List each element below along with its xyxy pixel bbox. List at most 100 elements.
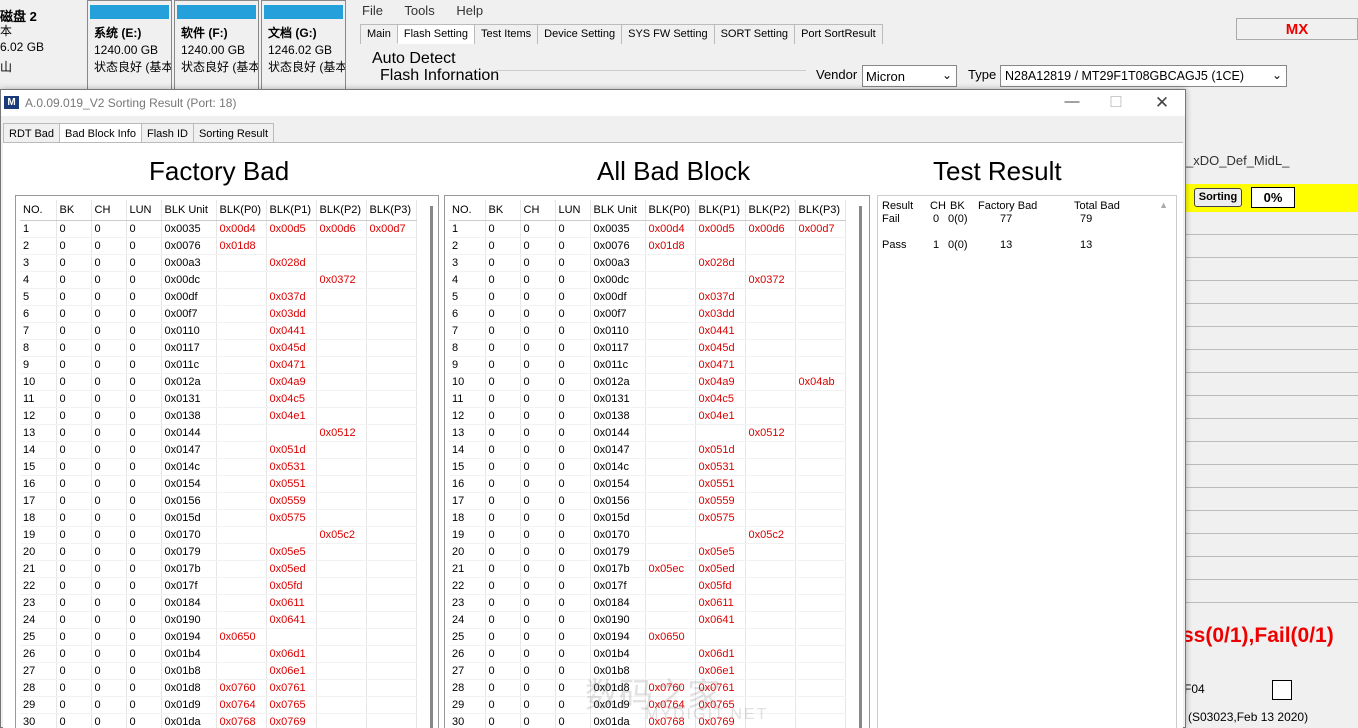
column-header[interactable]: BLK(P0) [216,200,267,221]
scrollbar[interactable] [859,206,862,728]
vendor-select[interactable]: Micron ⌄ [862,65,957,87]
table-row[interactable]: 18 0 0 0 0x015d 0x0575 [449,509,846,527]
column-header[interactable]: BLK Unit [590,200,646,221]
table-row[interactable]: 14 0 0 0 0x0147 0x051d [449,441,846,459]
table-row[interactable]: 15 0 0 0 0x014c 0x0531 [449,458,846,476]
table-row[interactable]: 23 0 0 0 0x0184 0x0611 [20,594,417,612]
column-header[interactable]: BLK Unit [161,200,217,221]
column-header[interactable]: CH [91,200,127,221]
menu-file[interactable]: File [362,3,383,18]
table-row[interactable]: 9 0 0 0 0x011c 0x0471 [20,356,417,374]
table-row[interactable]: 12 0 0 0 0x0138 0x04e1 [449,407,846,425]
column-header[interactable]: BLK(P3) [795,200,846,221]
tab-flash-setting[interactable]: Flash Setting [396,24,476,44]
column-header[interactable]: CH [520,200,556,221]
table-row[interactable]: 4 0 0 0 0x00dc 0x0372 [449,271,846,289]
minimize-icon[interactable]: — [1057,93,1087,110]
table-row[interactable]: 15 0 0 0 0x014c 0x0531 [20,458,417,476]
table-row[interactable]: 17 0 0 0 0x0156 0x0559 [20,492,417,510]
option-checkbox[interactable] [1272,680,1292,700]
table-row[interactable]: 6 0 0 0 0x00f7 0x03dd [449,305,846,323]
sorting-button[interactable]: Sorting [1194,188,1242,207]
table-row[interactable]: 3 0 0 0 0x00a3 0x028d [449,254,846,272]
table-row[interactable]: 8 0 0 0 0x0117 0x045d [449,339,846,357]
table-row[interactable]: 18 0 0 0 0x015d 0x0575 [20,509,417,527]
table-row[interactable]: 2 0 0 0 0x0076 0x01d8 [20,237,417,255]
table-row[interactable]: 24 0 0 0 0x0190 0x0641 [20,611,417,629]
table-row[interactable]: 12 0 0 0 0x0138 0x04e1 [20,407,417,425]
table-row[interactable]: 20 0 0 0 0x0179 0x05e5 [449,543,846,561]
type-select[interactable]: N28A12819 / MT29F1T08GBCAGJ5 (1CE) ⌄ [1000,65,1287,87]
table-row[interactable]: 11 0 0 0 0x0131 0x04c5 [20,390,417,408]
table-row[interactable]: 25 0 0 0 0x0194 0x0650 [449,628,846,646]
tab-test-items[interactable]: Test Items [474,24,539,44]
scroll-up-icon[interactable]: ▲ [1159,200,1168,210]
column-header[interactable]: BLK(P1) [695,200,746,221]
table-row[interactable]: 11 0 0 0 0x0131 0x04c5 [449,390,846,408]
table-row[interactable]: 22 0 0 0 0x017f 0x05fd [20,577,417,595]
tab-bad-block-info[interactable]: Bad Block Info [59,123,142,144]
table-row[interactable]: 25 0 0 0 0x0194 0x0650 [20,628,417,646]
table-row[interactable]: 21 0 0 0 0x017b 0x05ed [20,560,417,578]
table-row[interactable]: 10 0 0 0 0x012a 0x04a9 0x04ab [449,373,846,391]
table-row[interactable]: 6 0 0 0 0x00f7 0x03dd [20,305,417,323]
tab-sorting-result[interactable]: Sorting Result [192,123,275,144]
table-row[interactable]: 22 0 0 0 0x017f 0x05fd [449,577,846,595]
table-row[interactable]: 16 0 0 0 0x0154 0x0551 [449,475,846,493]
column-header[interactable]: LUN [555,200,591,221]
table-row[interactable]: 8 0 0 0 0x0117 0x045d [20,339,417,357]
table-row[interactable]: 24 0 0 0 0x0190 0x0641 [449,611,846,629]
scrollbar[interactable] [430,206,433,728]
table-row[interactable]: 30 0 0 0 0x01da 0x0768 0x0769 [20,713,417,728]
column-header[interactable]: LUN [126,200,162,221]
column-header[interactable]: NO. [20,200,57,221]
column-header[interactable]: BLK(P3) [366,200,417,221]
tab-flash-id[interactable]: Flash ID [140,123,194,144]
table-row[interactable]: 7 0 0 0 0x0110 0x0441 [20,322,417,340]
table-row[interactable]: 20 0 0 0 0x0179 0x05e5 [20,543,417,561]
table-row[interactable]: 26 0 0 0 0x01b4 0x06d1 [20,645,417,663]
tab-main[interactable]: Main [360,24,398,44]
maximize-icon[interactable]: ☐ [1101,93,1131,111]
drive-f[interactable]: 软件 (F:) 1240.00 GB 状态良好 (基本 [174,0,259,90]
tab-device-setting[interactable]: Device Setting [537,24,623,44]
column-header[interactable]: NO. [449,200,486,221]
table-row[interactable]: 3 0 0 0 0x00a3 0x028d [20,254,417,272]
table-row[interactable]: 29 0 0 0 0x01d9 0x0764 0x0765 [20,696,417,714]
table-row[interactable]: 21 0 0 0 0x017b 0x05ec 0x05ed [449,560,846,578]
column-header[interactable]: BK [56,200,92,221]
table-row[interactable]: 14 0 0 0 0x0147 0x051d [20,441,417,459]
column-header[interactable]: BLK(P0) [645,200,696,221]
table-row[interactable]: 10 0 0 0 0x012a 0x04a9 [20,373,417,391]
table-row[interactable]: 23 0 0 0 0x0184 0x0611 [449,594,846,612]
column-header[interactable]: BLK(P2) [316,200,367,221]
tab-port-sortresult[interactable]: Port SortResult [794,24,883,44]
table-row[interactable]: 2 0 0 0 0x0076 0x01d8 [449,237,846,255]
table-row[interactable]: 7 0 0 0 0x0110 0x0441 [449,322,846,340]
table-row[interactable]: 17 0 0 0 0x0156 0x0559 [449,492,846,510]
column-header[interactable]: BK [485,200,521,221]
all-bad-grid[interactable]: NO. BK CH LUN BLK Unit BLK(P0) BLK(P1) BLK(P2) B… [444,195,870,728]
tab-sys-fw-setting[interactable]: SYS FW Setting [621,24,715,44]
factory-bad-grid[interactable]: NO. BK CH LUN BLK Unit BLK(P0) BLK(P1) BLK(P2) B… [15,195,439,728]
close-icon[interactable]: ✕ [1147,93,1177,113]
table-row[interactable]: 27 0 0 0 0x01b8 0x06e1 [20,662,417,680]
menu-tools[interactable]: Tools [404,3,434,18]
table-row[interactable]: 19 0 0 0 0x0170 0x05c2 [449,526,846,544]
drive-e[interactable]: 系统 (E:) 1240.00 GB 状态良好 (基本 [87,0,172,90]
drive-g[interactable]: 文档 (G:) 1246.02 GB 状态良好 (基本 [261,0,346,90]
column-header[interactable]: BLK(P2) [745,200,796,221]
table-row[interactable]: 28 0 0 0 0x01d8 0x0760 0x0761 [20,679,417,697]
table-row[interactable]: 1 0 0 0 0x0035 0x00d4 0x00d5 0x00d6 0x00d7 [449,220,846,238]
tab-sort-setting[interactable]: SORT Setting [713,24,796,44]
table-row[interactable]: 16 0 0 0 0x0154 0x0551 [20,475,417,493]
table-row[interactable]: 26 0 0 0 0x01b4 0x06d1 [449,645,846,663]
table-row[interactable]: 13 0 0 0 0x0144 0x0512 [449,424,846,442]
table-row[interactable]: 13 0 0 0 0x0144 0x0512 [20,424,417,442]
table-row[interactable]: 5 0 0 0 0x00df 0x037d [449,288,846,306]
table-row[interactable]: 1 0 0 0 0x0035 0x00d4 0x00d5 0x00d6 0x00d7 [20,220,417,238]
table-row[interactable]: 4 0 0 0 0x00dc 0x0372 [20,271,417,289]
column-header[interactable]: BLK(P1) [266,200,317,221]
table-row[interactable]: 9 0 0 0 0x011c 0x0471 [449,356,846,374]
table-row[interactable]: 5 0 0 0 0x00df 0x037d [20,288,417,306]
